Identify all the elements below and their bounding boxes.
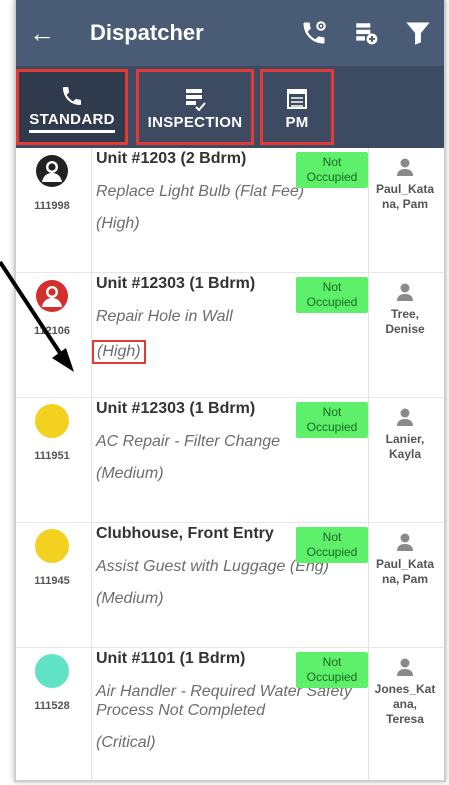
status-badge: Not Occupied — [296, 402, 368, 438]
list-icon — [286, 84, 308, 114]
tab-bar: STANDARD INSPECTION PM — [16, 66, 444, 148]
priority-label: (High) — [96, 215, 140, 232]
list-item[interactable]: 111998 Unit #1203 (2 Bdrm) Replace Light… — [16, 148, 444, 273]
filter-icon[interactable] — [392, 0, 444, 66]
priority-label: (Medium) — [96, 590, 164, 607]
person-icon — [397, 658, 413, 676]
row-tech: Tree, Denise — [370, 273, 440, 397]
row-tech: Paul_Katana, Pam — [370, 148, 440, 272]
work-order-number: 111528 — [34, 700, 70, 712]
person-icon — [397, 283, 413, 301]
row-left: 111945 — [16, 523, 88, 647]
person-icon — [397, 533, 413, 551]
technician-name: Paul_Katana, Pam — [375, 182, 435, 211]
row-tech: Lanier, Kayla — [370, 398, 440, 522]
phone-screen: ← Dispatcher STANDARD INSPECTION PM 1119… — [14, 0, 446, 782]
priority-label: (Medium) — [96, 465, 164, 482]
work-order-number: 112106 — [33, 325, 71, 337]
list-item[interactable]: 111951 Unit #12303 (1 Bdrm) AC Repair - … — [16, 398, 444, 523]
person-icon — [397, 158, 413, 176]
work-order-number: 111998 — [34, 200, 70, 212]
technician-name: Paul_Katana, Pam — [375, 557, 435, 586]
row-left: 111951 — [16, 398, 88, 522]
work-order-number: 111951 — [34, 450, 70, 462]
row-tech: Jones_Katana, Teresa — [370, 648, 440, 780]
status-badge: Not Occupied — [296, 152, 368, 188]
person-icon — [397, 408, 413, 426]
priority-label: (Critical) — [96, 734, 156, 751]
tab-standard[interactable]: STANDARD — [16, 69, 128, 145]
checklist-icon — [184, 84, 206, 114]
technician-name: Tree, Denise — [385, 307, 425, 336]
add-list-icon[interactable] — [340, 0, 392, 66]
list-item[interactable]: 112106 Unit #12303 (1 Bdrm) Repair Hole … — [16, 273, 444, 398]
app-bar: ← Dispatcher — [16, 0, 444, 66]
technician-name: Lanier, Kayla — [385, 432, 425, 461]
priority-dot-icon — [35, 404, 69, 438]
tab-pm[interactable]: PM — [260, 69, 334, 145]
back-arrow-icon[interactable]: ← — [16, 0, 68, 66]
work-order-list: 111998 Unit #1203 (2 Bdrm) Replace Light… — [16, 148, 444, 780]
list-item[interactable]: 111945 Clubhouse, Front Entry Assist Gue… — [16, 523, 444, 648]
tab-pm-label: PM — [285, 113, 309, 131]
priority-label: (High) — [92, 340, 146, 364]
row-left: 111528 — [16, 648, 88, 780]
status-badge: Not Occupied — [296, 652, 368, 688]
priority-person-icon — [36, 280, 68, 312]
priority-dot-icon — [35, 654, 69, 688]
tab-inspection[interactable]: INSPECTION — [136, 69, 254, 145]
phone-icon — [60, 81, 84, 111]
status-badge: Not Occupied — [296, 277, 368, 313]
page-title: Dispatcher — [90, 20, 204, 45]
work-order-number: 111945 — [34, 575, 70, 587]
priority-person-icon — [36, 155, 68, 187]
row-left: 112106 — [16, 273, 88, 397]
tab-standard-label: STANDARD — [29, 111, 115, 133]
row-left: 111998 — [16, 148, 88, 272]
technician-name: Jones_Katana, Teresa — [374, 682, 436, 726]
status-badge: Not Occupied — [296, 527, 368, 563]
list-item[interactable]: 111528 Unit #1101 (1 Bdrm) Air Handler -… — [16, 648, 444, 780]
row-tech: Paul_Katana, Pam — [370, 523, 440, 647]
phone-settings-icon[interactable] — [288, 0, 340, 66]
tab-inspection-label: INSPECTION — [147, 113, 243, 131]
priority-dot-icon — [35, 529, 69, 563]
